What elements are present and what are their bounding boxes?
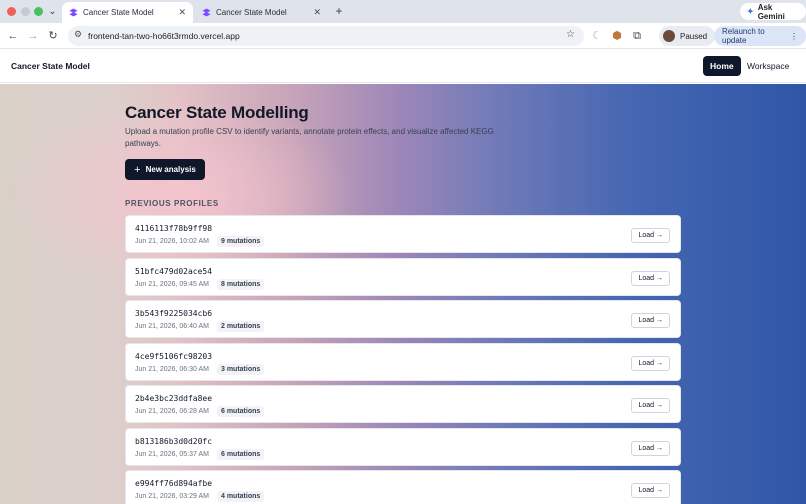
window-maximize-icon[interactable] <box>34 7 43 16</box>
profile-row: b813186b3d0d20fc Jun 21, 2026, 05:37 AM … <box>125 427 681 466</box>
load-button[interactable]: Load → <box>631 440 670 456</box>
browser-tab-1[interactable]: Cancer State Model ✕ <box>62 2 193 23</box>
load-button[interactable]: Load → <box>631 270 670 286</box>
browser-toolbar: ← → ↻ ⚙ frontend-tan-two-ho66t3rmdo.verc… <box>0 23 806 49</box>
profile-button[interactable]: Paused <box>659 26 716 46</box>
mutation-count-badge: 9 mutations <box>217 236 265 247</box>
profile-date: Jun 21, 2026, 10:02 AM <box>135 238 209 245</box>
forward-icon[interactable]: → <box>26 29 40 43</box>
profile-date: Jun 21, 2026, 06:28 AM <box>135 408 209 415</box>
gemini-sparkle-icon: ✦ <box>747 7 754 16</box>
profile-row: 51bfc479d02ace54 Jun 21, 2026, 09:45 AM … <box>125 257 681 296</box>
profile-id: 4116113f78b9ff98 <box>135 224 213 233</box>
mutation-count-badge: 2 mutations <box>217 321 265 332</box>
address-bar[interactable]: ⚙ frontend-tan-two-ho66t3rmdo.vercel.app… <box>68 26 584 46</box>
bookmark-star-icon[interactable]: ☆ <box>566 29 575 40</box>
profile-row: 4ce9f5106fc98203 Jun 21, 2026, 06:30 AM … <box>125 342 681 381</box>
app-favicon-icon <box>202 8 211 17</box>
load-button[interactable]: Load → <box>631 483 670 498</box>
profile-date: Jun 21, 2026, 05:37 AM <box>135 450 209 458</box>
profile-id: 51bfc479d02ace54 <box>135 266 213 276</box>
mutation-count-badge: 6 mutations <box>217 406 265 417</box>
browser-tab-2[interactable]: Cancer State Model ✕ <box>195 2 328 23</box>
tab-title: Cancer State Model <box>216 8 287 17</box>
profile-id: b813186b3d0d20fc <box>135 436 213 446</box>
main-content: Cancer State Modelling Upload a mutation… <box>0 84 806 504</box>
tab-close-icon[interactable]: ✕ <box>178 7 186 18</box>
url-text: frontend-tan-two-ho66t3rmdo.vercel.app <box>88 31 240 41</box>
extension-badge-icon[interactable]: ⬢ <box>610 29 624 43</box>
profile-row: 3b543f9225034cb6 Jun 21, 2026, 06:40 AM … <box>125 300 681 338</box>
profile-id: 3b543f9225034cb6 <box>135 309 213 318</box>
mutation-count-badge: 3 mutations <box>217 363 265 375</box>
profile-status-label: Paused <box>680 31 708 41</box>
relaunch-button[interactable]: Relaunch to update ⋮ <box>714 26 806 46</box>
section-title: PREVIOUS PROFILES <box>125 199 219 208</box>
profile-row: 4116113f78b9ff98 Jun 21, 2026, 10:02 AM … <box>125 215 681 253</box>
avatar <box>663 30 675 42</box>
brand-title[interactable]: Cancer State Model <box>11 61 90 71</box>
ask-gemini-label: Ask Gemini <box>757 2 785 21</box>
load-button[interactable]: Load → <box>631 398 670 413</box>
profile-date: Jun 21, 2026, 06:30 AM <box>135 365 209 373</box>
load-button[interactable]: Load → <box>631 228 670 243</box>
page-title: Cancer State Modelling <box>125 103 309 122</box>
app-header: Cancer State Model Home Workspace <box>0 49 806 83</box>
app-favicon-icon <box>69 8 78 17</box>
new-analysis-button[interactable]: + New analysis <box>125 159 205 180</box>
profile-date: Jun 21, 2026, 09:45 AM <box>135 280 209 288</box>
mutation-count-badge: 4 mutations <box>217 491 265 502</box>
profile-id: e994ff76d894afbe <box>135 479 213 488</box>
window-close-icon[interactable] <box>7 7 16 16</box>
profile-date: Jun 21, 2026, 03:29 AM <box>135 493 209 500</box>
browser-tabstrip: ⌄ Cancer State Model ✕ Cancer State Mode… <box>0 0 806 23</box>
mutation-count-badge: 8 mutations <box>217 278 265 290</box>
extensions-puzzle-icon[interactable]: ⧉ <box>630 29 644 43</box>
more-vertical-icon[interactable]: ⋮ <box>790 32 798 41</box>
plus-icon: + <box>134 163 141 176</box>
profile-id: 2b4e3bc23ddfa8ee <box>135 394 213 403</box>
new-analysis-label: New analysis <box>145 165 196 174</box>
load-button[interactable]: Load → <box>631 355 670 371</box>
relaunch-label: Relaunch to update <box>722 27 765 45</box>
tab-title: Cancer State Model <box>83 8 154 17</box>
profile-row: 2b4e3bc23ddfa8ee Jun 21, 2026, 06:28 AM … <box>125 385 681 423</box>
profile-id: 4ce9f5106fc98203 <box>135 351 213 361</box>
profile-row: e994ff76d894afbe Jun 21, 2026, 03:29 AM … <box>125 470 681 504</box>
ask-gemini-button[interactable]: ✦ Ask Gemini <box>740 2 806 21</box>
profiles-list: 4116113f78b9ff98 Jun 21, 2026, 10:02 AM … <box>125 215 681 504</box>
page-subtitle: Upload a mutation profile CSV to identif… <box>125 127 494 148</box>
tab-close-icon[interactable]: ✕ <box>313 7 321 18</box>
nav-home-button[interactable]: Home <box>703 56 741 76</box>
new-tab-icon[interactable]: + <box>332 4 346 18</box>
nav-workspace-link[interactable]: Workspace <box>747 56 789 76</box>
back-icon[interactable]: ← <box>6 29 20 43</box>
mutation-count-badge: 6 mutations <box>217 448 265 460</box>
moon-icon[interactable]: ☾ <box>590 29 604 43</box>
tab-search-icon[interactable]: ⌄ <box>45 4 60 19</box>
profile-date: Jun 21, 2026, 06:40 AM <box>135 323 209 330</box>
site-info-icon[interactable]: ⚙ <box>74 29 82 40</box>
load-button[interactable]: Load → <box>631 313 670 328</box>
window-minimize-icon[interactable] <box>21 7 30 16</box>
reload-icon[interactable]: ↻ <box>46 29 60 43</box>
